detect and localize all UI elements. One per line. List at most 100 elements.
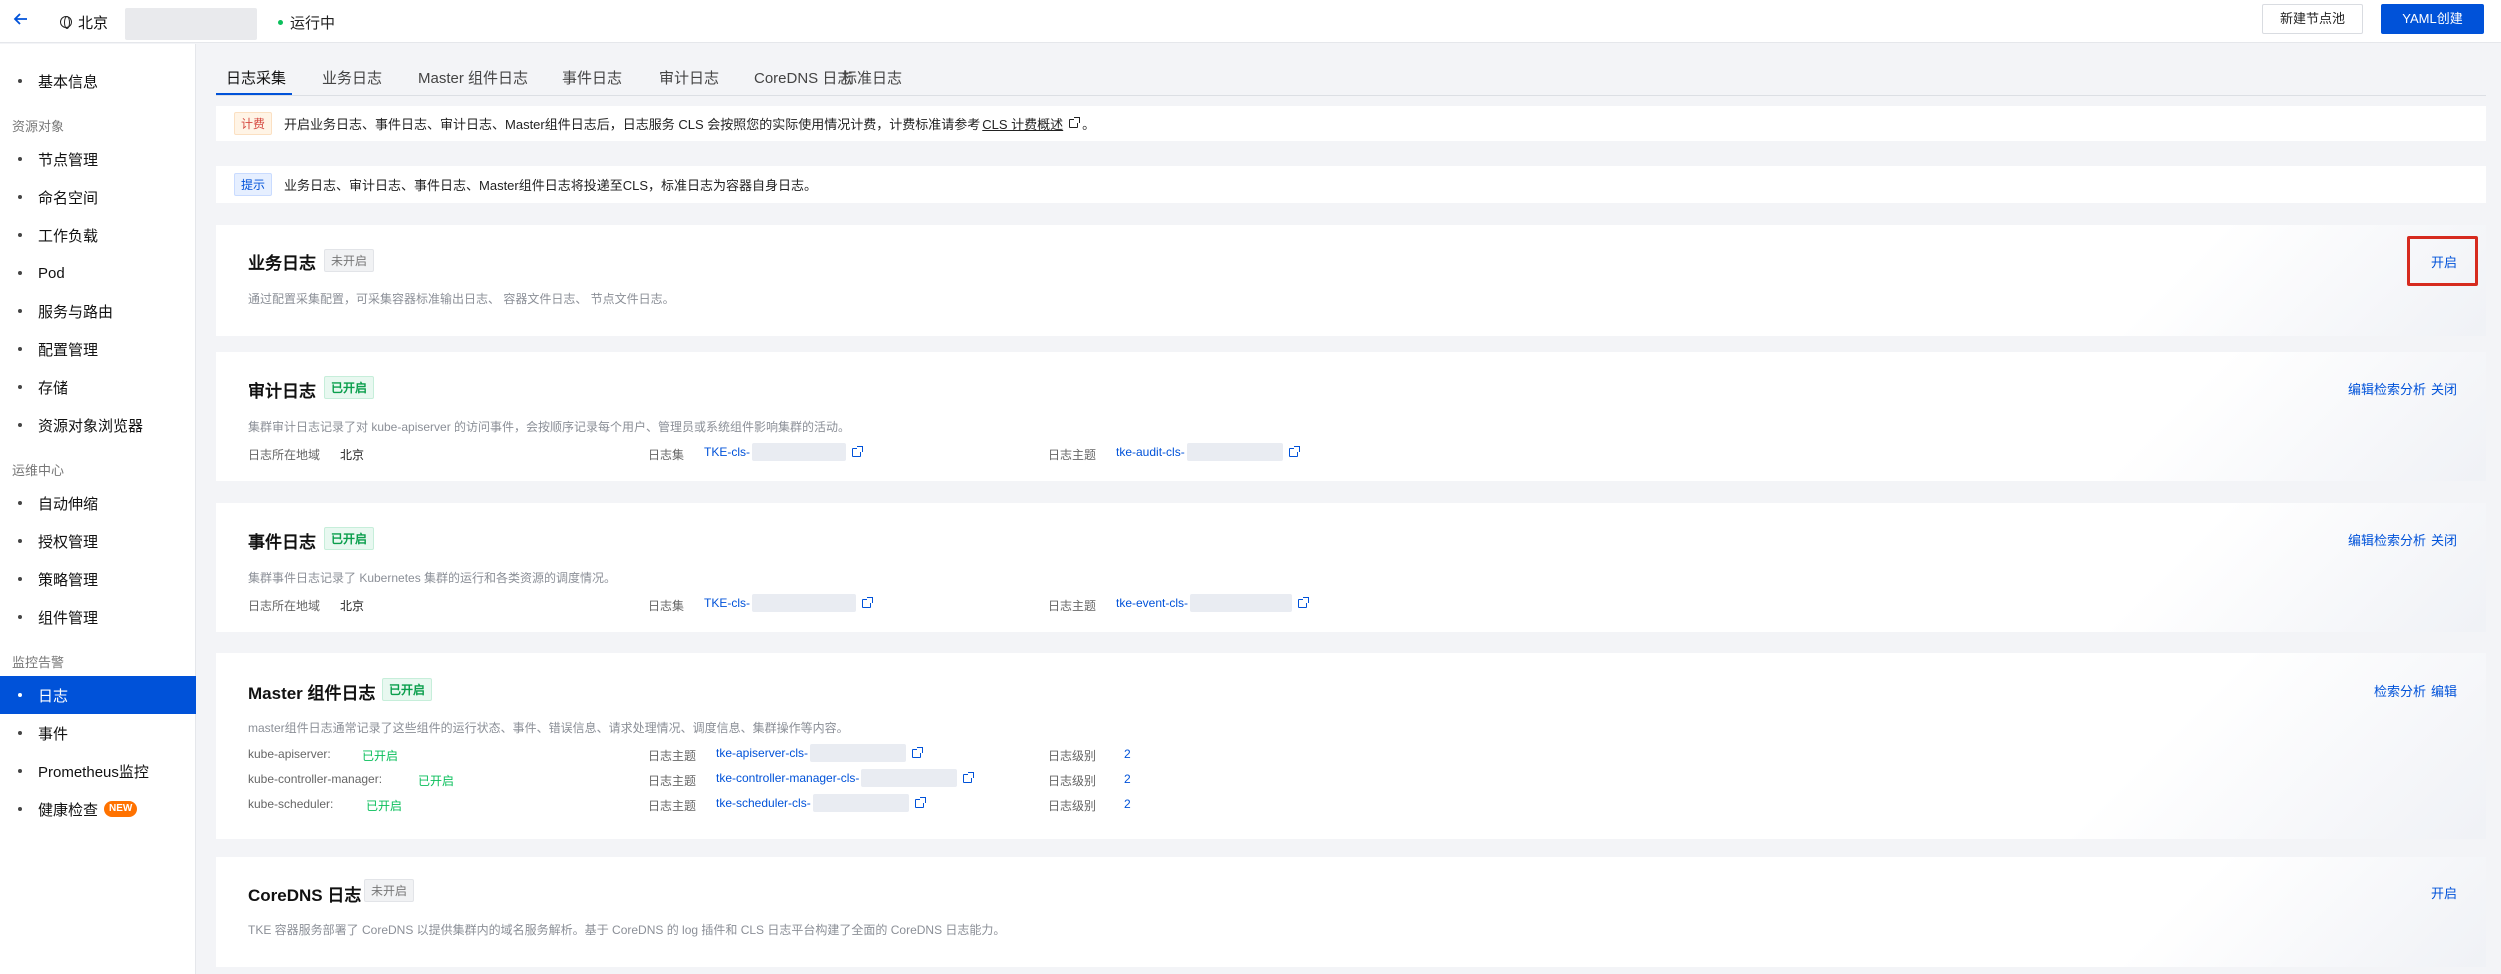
- event-log-card: 事件日志 已开启 集群事件日志记录了 Kubernetes 集群的运行和各类资源…: [216, 503, 2486, 632]
- audit-search-button[interactable]: 检索分析: [2374, 379, 2426, 398]
- external-link-icon: [914, 796, 926, 808]
- audit-log-desc: 集群审计日志记录了对 kube-apiserver 的访问事件，会按顺序记录每个…: [248, 420, 851, 434]
- sidebar-item-namespaces[interactable]: 命名空间: [0, 178, 196, 216]
- audit-log-region: 北京: [340, 448, 365, 462]
- external-link-icon: [963, 771, 975, 783]
- new-node-pool-button[interactable]: 新建节点池: [2262, 4, 2363, 34]
- external-link-icon: [1069, 117, 1081, 128]
- master-search-button[interactable]: 检索分析: [2374, 681, 2426, 700]
- tab-coredns-log[interactable]: CoreDNS 日志: [754, 62, 852, 96]
- sidebar-item-autoscaling[interactable]: 自动伸缩: [0, 484, 196, 522]
- audit-edit-button[interactable]: 编辑: [2348, 379, 2374, 398]
- business-log-card: 业务日志 未开启 通过配置采集配置，可采集容器标准输出日志、 容器文件日志、 节…: [216, 225, 2486, 336]
- sidebar: 基本信息 资源对象 节点管理 命名空间 工作负载 Pod 服务与路由 配置管理 …: [0, 44, 196, 974]
- event-log-region: 北京: [340, 599, 365, 613]
- tab-event-log[interactable]: 事件日志: [562, 62, 622, 96]
- globe-icon: [60, 16, 72, 29]
- external-link-icon: [1288, 445, 1300, 457]
- sidebar-item-policy[interactable]: 策略管理: [0, 560, 196, 598]
- status-dot-icon: [278, 19, 283, 25]
- sidebar-item-events[interactable]: 事件: [0, 714, 196, 752]
- billing-notice: 计费 开启业务日志、事件日志、审计日志、Master组件日志后，日志服务 CLS…: [216, 106, 2486, 141]
- region-selector[interactable]: 北京: [60, 11, 108, 33]
- event-log-title: 事件日志: [248, 533, 316, 552]
- status-badge: 已开启: [324, 376, 375, 399]
- scheduler-log-level[interactable]: 2: [1124, 797, 1131, 811]
- status-badge: 已开启: [382, 678, 433, 701]
- coredns-log-title: CoreDNS 日志: [248, 886, 362, 905]
- sidebar-group-resources: 资源对象: [12, 119, 65, 134]
- external-link-icon: [1298, 596, 1310, 608]
- sidebar-item-logs[interactable]: 日志: [0, 676, 196, 714]
- cluster-name-redacted: [125, 8, 257, 40]
- tab-master-log[interactable]: Master 组件日志: [418, 62, 528, 96]
- sidebar-group-ops: 运维中心: [12, 463, 65, 478]
- sidebar-item-authorization[interactable]: 授权管理: [0, 522, 196, 560]
- external-link-icon: [862, 596, 873, 608]
- status-text: 运行中: [290, 14, 336, 32]
- status-badge: 未开启: [364, 879, 415, 902]
- event-log-desc: 集群事件日志记录了 Kubernetes 集群的运行和各类资源的调度情况。: [248, 571, 617, 585]
- event-logset-link[interactable]: TKE-cls-: [704, 594, 873, 612]
- cls-billing-link[interactable]: CLS 计费概述: [982, 114, 1063, 133]
- audit-log-title: 审计日志: [248, 382, 316, 401]
- external-link-icon: [912, 746, 924, 758]
- coredns-enable-button[interactable]: 开启: [2431, 883, 2457, 902]
- component-apiserver: kube-apiserver:: [248, 747, 331, 761]
- sidebar-item-services[interactable]: 服务与路由: [0, 292, 196, 330]
- sidebar-item-resource-browser[interactable]: 资源对象浏览器: [0, 406, 196, 444]
- master-edit-button[interactable]: 编辑: [2431, 681, 2457, 700]
- sidebar-item-nodes[interactable]: 节点管理: [0, 140, 196, 178]
- sidebar-item-workloads[interactable]: 工作负载: [0, 216, 196, 254]
- sidebar-item-components[interactable]: 组件管理: [0, 598, 196, 636]
- billing-tag: 计费: [234, 112, 273, 135]
- back-arrow-icon[interactable]: [13, 8, 31, 30]
- coredns-log-desc: TKE 容器服务部署了 CoreDNS 以提供集群内的域名服务解析。基于 Cor…: [248, 923, 1006, 937]
- new-badge: NEW: [104, 801, 138, 817]
- cluster-status: 运行中: [278, 11, 335, 33]
- audit-close-button[interactable]: 关闭: [2431, 379, 2457, 398]
- tip-notice: 提示 业务日志、审计日志、事件日志、Master组件日志将投递至CLS，标准日志…: [216, 166, 2486, 203]
- sidebar-item-health-check[interactable]: 健康检查 NEW: [0, 790, 196, 828]
- tabs-divider: [216, 95, 2486, 96]
- event-close-button[interactable]: 关闭: [2431, 530, 2457, 549]
- tip-text: 业务日志、审计日志、事件日志、Master组件日志将投递至CLS，标准日志为容器…: [284, 178, 818, 193]
- scheduler-topic-link[interactable]: tke-scheduler-cls-: [716, 794, 926, 812]
- status-badge: 已开启: [324, 527, 375, 550]
- event-edit-button[interactable]: 编辑: [2348, 530, 2374, 549]
- sidebar-group-monitoring: 监控告警: [12, 655, 65, 670]
- external-link-icon: [852, 445, 863, 457]
- controller-manager-log-level[interactable]: 2: [1124, 772, 1131, 786]
- audit-topic-link[interactable]: tke-audit-cls-: [1116, 443, 1300, 461]
- component-scheduler: kube-scheduler:: [248, 797, 334, 811]
- tip-tag: 提示: [234, 173, 273, 196]
- sidebar-item-basic-info[interactable]: 基本信息: [0, 62, 196, 100]
- billing-text: 开启业务日志、事件日志、审计日志、Master组件日志后，日志服务 CLS 会按…: [284, 117, 981, 132]
- business-log-title: 业务日志: [248, 254, 316, 273]
- sidebar-item-prometheus[interactable]: Prometheus监控: [0, 752, 196, 790]
- apiserver-log-level[interactable]: 2: [1124, 747, 1131, 761]
- coredns-log-card: CoreDNS 日志 未开启 TKE 容器服务部署了 CoreDNS 以提供集群…: [216, 857, 2486, 967]
- tab-standard-log[interactable]: 标准日志: [842, 62, 902, 96]
- master-log-card: Master 组件日志 已开启 master组件日志通常记录了这些组件的运行状态…: [216, 653, 2486, 839]
- event-search-button[interactable]: 检索分析: [2374, 530, 2426, 549]
- sidebar-item-pod[interactable]: Pod: [0, 254, 196, 292]
- top-bar: 北京 运行中 新建节点池 YAML创建: [0, 0, 2501, 43]
- master-log-title: Master 组件日志: [248, 684, 376, 703]
- event-topic-link[interactable]: tke-event-cls-: [1116, 594, 1310, 612]
- tab-audit-log[interactable]: 审计日志: [659, 62, 719, 96]
- sidebar-item-config[interactable]: 配置管理: [0, 330, 196, 368]
- sidebar-item-storage[interactable]: 存储: [0, 368, 196, 406]
- audit-logset-link[interactable]: TKE-cls-: [704, 443, 863, 461]
- status-badge: 未开启: [324, 249, 375, 272]
- apiserver-topic-link[interactable]: tke-apiserver-cls-: [716, 744, 924, 762]
- audit-log-card: 审计日志 已开启 集群审计日志记录了对 kube-apiserver 的访问事件…: [216, 352, 2486, 481]
- region-label: 北京: [78, 14, 109, 32]
- tab-business-log[interactable]: 业务日志: [322, 62, 382, 96]
- controller-manager-topic-link[interactable]: tke-controller-manager-cls-: [716, 769, 975, 787]
- component-controller-manager: kube-controller-manager:: [248, 772, 383, 786]
- yaml-create-button[interactable]: YAML创建: [2381, 4, 2484, 34]
- tab-log-collection[interactable]: 日志采集: [226, 62, 286, 96]
- business-log-desc: 通过配置采集配置，可采集容器标准输出日志、 容器文件日志、 节点文件日志。: [248, 292, 675, 306]
- master-log-desc: master组件日志通常记录了这些组件的运行状态、事件、错误信息、请求处理情况、…: [248, 721, 849, 735]
